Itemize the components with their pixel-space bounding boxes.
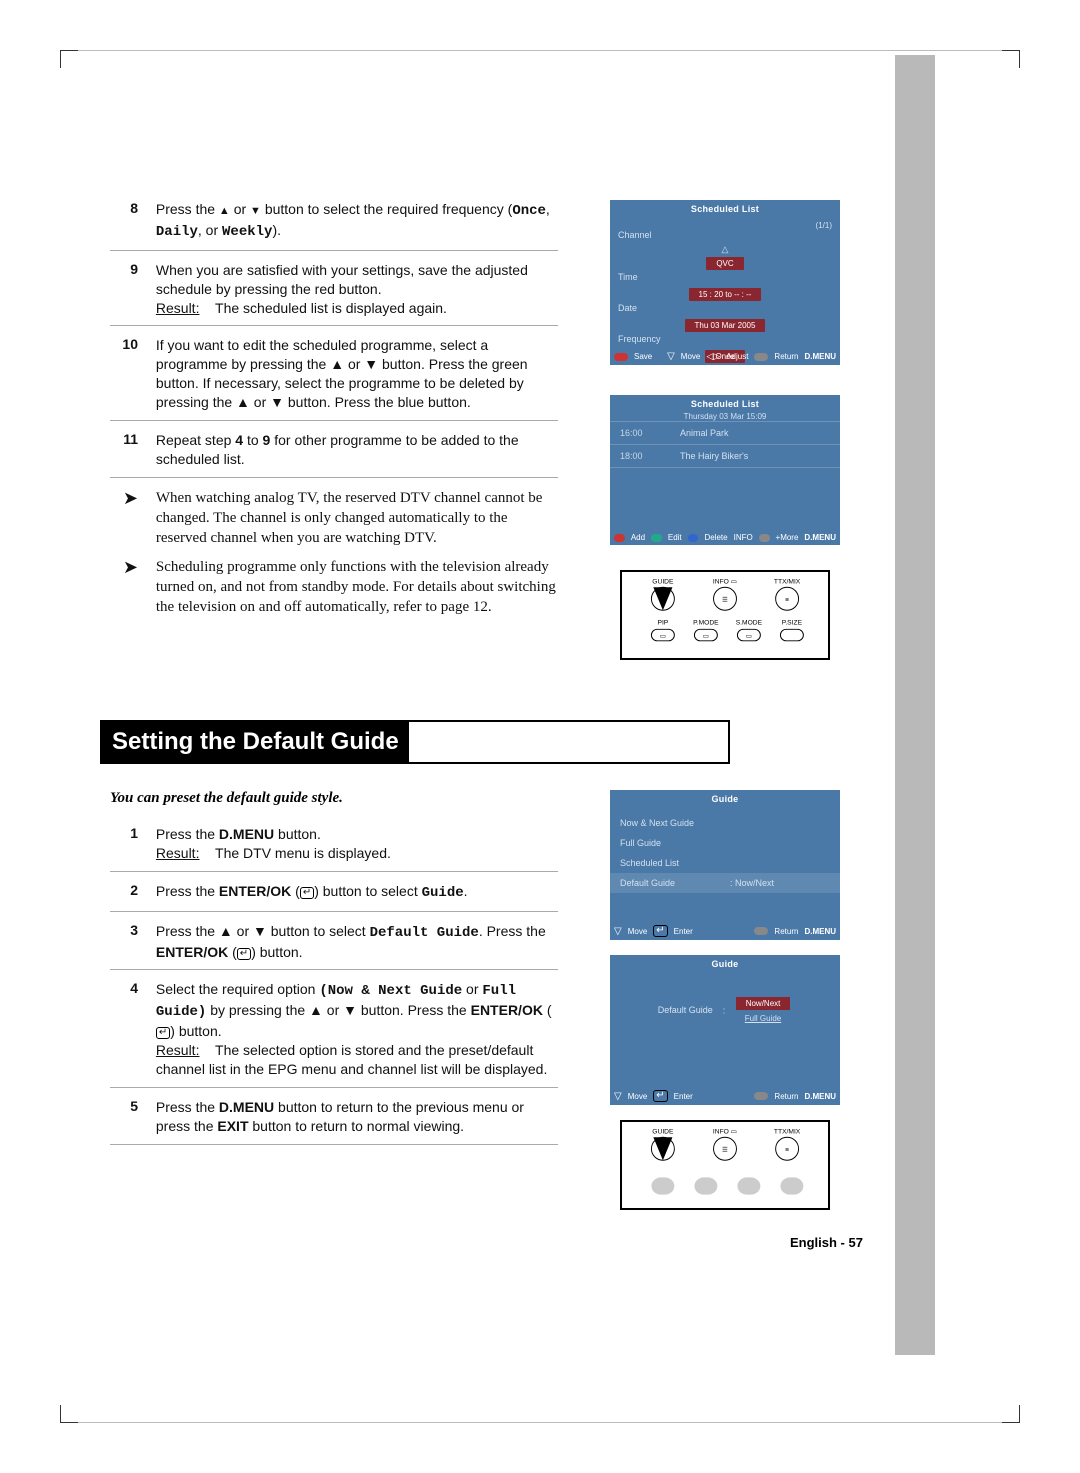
- svg-text:P.SIZE: P.SIZE: [782, 620, 803, 627]
- remote-diagram-1: GUIDE INFO ▭ TTX/MIX ☰ ≡ PIP P.MODE S.MODE…: [620, 570, 830, 660]
- step-number: 10: [110, 336, 138, 352]
- enter-icon: [300, 887, 314, 899]
- step-text: Select the required option (Now & Next G…: [156, 980, 556, 1078]
- screenshot-scheduled-list: Scheduled List Thursday 03 Mar 15:09 16:…: [610, 395, 840, 545]
- step-number: 9: [110, 261, 138, 277]
- screenshot-footer: Save Move ◁▷Adjust Return D.MENU: [610, 348, 840, 365]
- step-text: Press the D.MENU button. Result: The DTV…: [156, 825, 556, 863]
- svg-text:TTX/MIX: TTX/MIX: [774, 1128, 801, 1135]
- option-now-next: Now/Next: [736, 997, 791, 1010]
- section-heading: Setting the Default Guide: [100, 720, 730, 764]
- step-number: 5: [110, 1098, 138, 1114]
- step-3: 3 Press the ▲ or ▼ button to select Defa…: [110, 922, 558, 962]
- list-item: 18:00The Hairy Biker's: [610, 444, 840, 467]
- svg-text:GUIDE: GUIDE: [652, 578, 674, 585]
- step-number: 3: [110, 922, 138, 938]
- step-number: 4: [110, 980, 138, 996]
- svg-text:☰: ☰: [722, 597, 728, 604]
- screenshot-title: Scheduled List: [610, 200, 840, 217]
- step-text: Press the ENTER/OK () button to select G…: [156, 882, 556, 903]
- screenshot-footer: Move Enter Return D.MENU: [610, 1087, 840, 1105]
- step-number: 8: [110, 200, 138, 216]
- svg-text:≡: ≡: [785, 1147, 789, 1154]
- step-text: Repeat step 4 to 9 for other programme t…: [156, 431, 556, 469]
- svg-text:▭: ▭: [660, 633, 666, 640]
- remote-diagram-2: GUIDE INFO ▭ TTX/MIX ☰ ≡: [620, 1120, 830, 1210]
- screenshot-scheduled-edit: Scheduled List (1/1) Channel QVC Time 15…: [610, 200, 840, 365]
- screenshot-guide-option: Guide Default Guide: Now/Next Full Guide…: [610, 955, 840, 1105]
- enter-icon: [156, 1027, 170, 1039]
- intro-text: You can preset the default guide style.: [110, 790, 343, 807]
- menu-row: Scheduled List: [610, 853, 840, 873]
- step-1: 1 Press the D.MENU button. Result: The D…: [110, 825, 558, 863]
- page-footer: English - 57: [790, 1235, 863, 1250]
- screenshot-title: Guide: [610, 955, 840, 972]
- svg-text:INFO ▭: INFO ▭: [713, 578, 737, 585]
- note-text: Scheduling programme only functions with…: [156, 557, 556, 618]
- note-text: When watching analog TV, the reserved DT…: [156, 488, 556, 549]
- svg-text:S.MODE: S.MODE: [736, 620, 763, 627]
- menu-row: Default Guide: Now/Next: [610, 873, 840, 893]
- section-title-text: Setting the Default Guide: [102, 722, 409, 762]
- note-1: When watching analog TV, the reserved DT…: [110, 488, 558, 549]
- step-4: 4 Select the required option (Now & Next…: [110, 980, 558, 1078]
- svg-text:GUIDE: GUIDE: [652, 1128, 674, 1135]
- steps-upper: 8 Press the or button to select the requ…: [110, 200, 558, 617]
- svg-text:PIP: PIP: [658, 620, 669, 627]
- svg-text:INFO ▭: INFO ▭: [713, 1128, 737, 1135]
- step-number: 2: [110, 882, 138, 898]
- step-8: 8 Press the or button to select the requ…: [110, 200, 558, 242]
- option-full-guide: Full Guide: [735, 1012, 791, 1025]
- svg-text:☰: ☰: [722, 1147, 728, 1154]
- pointer-icon: [110, 557, 138, 578]
- note-2: Scheduling programme only functions with…: [110, 557, 558, 618]
- step-text: If you want to edit the scheduled progra…: [156, 336, 556, 412]
- steps-lower: 1 Press the D.MENU button. Result: The D…: [110, 825, 558, 1155]
- step-text: Press the D.MENU button to return to the…: [156, 1098, 556, 1136]
- enter-icon: [237, 948, 251, 960]
- screenshot-guide-menu: Guide Now & Next GuideFull GuideSchedule…: [610, 790, 840, 940]
- screenshot-footer: Add Edit Delete INFO +More D.MENU: [610, 530, 840, 545]
- menu-row: Full Guide: [610, 833, 840, 853]
- svg-text:TTX/MIX: TTX/MIX: [774, 578, 801, 585]
- step-number: 1: [110, 825, 138, 841]
- list-item: 16:00Animal Park: [610, 421, 840, 444]
- svg-text:≡: ≡: [785, 597, 789, 604]
- menu-row: Now & Next Guide: [610, 813, 840, 833]
- step-text: Press the or button to select the requir…: [156, 200, 556, 242]
- step-10: 10 If you want to edit the scheduled pro…: [110, 336, 558, 412]
- step-text: When you are satisfied with your setting…: [156, 261, 556, 318]
- pointer-icon: [110, 488, 138, 509]
- screenshot-footer: Move Enter Return D.MENU: [610, 922, 840, 940]
- step-11: 11 Repeat step 4 to 9 for other programm…: [110, 431, 558, 469]
- svg-text:P.MODE: P.MODE: [693, 620, 719, 627]
- svg-text:▭: ▭: [703, 633, 709, 640]
- step-number: 11: [110, 431, 138, 447]
- svg-text:▭: ▭: [746, 633, 752, 640]
- step-2: 2 Press the ENTER/OK () button to select…: [110, 882, 558, 903]
- hairline-bottom: [78, 1422, 1002, 1423]
- step-text: Press the ▲ or ▼ button to select Defaul…: [156, 922, 556, 962]
- gray-side-band: [895, 55, 935, 1355]
- hairline-top: [78, 50, 1002, 51]
- step-5: 5 Press the D.MENU button to return to t…: [110, 1098, 558, 1136]
- screenshot-title: Scheduled List: [610, 395, 840, 412]
- step-9: 9 When you are satisfied with your setti…: [110, 261, 558, 318]
- screenshot-title: Guide: [610, 790, 840, 807]
